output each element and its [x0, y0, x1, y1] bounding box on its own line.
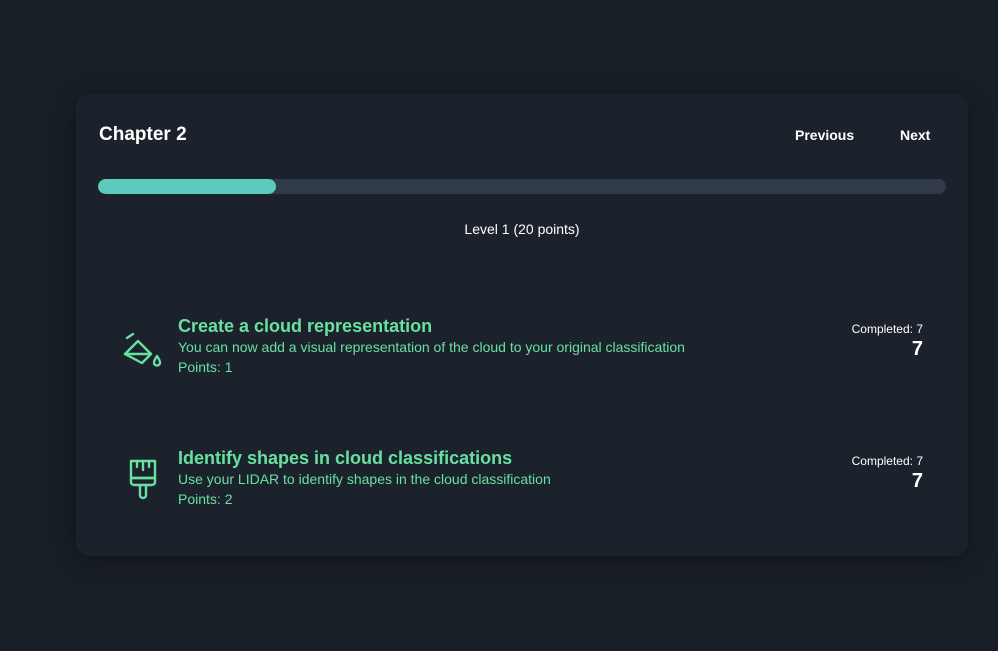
task-title: Create a cloud representation: [178, 316, 433, 336]
task-count: 7: [911, 338, 923, 360]
task-points: Points: 2: [178, 491, 233, 507]
task-count: 7: [911, 470, 923, 492]
task-item[interactable]: Identify shapes in cloud classifications…: [121, 447, 923, 517]
task-item[interactable]: Create a cloud representation You can no…: [121, 315, 923, 385]
chapter-title: Chapter 2: [99, 124, 187, 145]
task-completed-label: Completed: 7: [851, 322, 923, 336]
previous-button[interactable]: Previous: [795, 127, 854, 143]
task-description: Use your LIDAR to identify shapes in the…: [178, 471, 551, 487]
task-title: Identify shapes in cloud classifications: [178, 448, 513, 468]
task-completed-label: Completed: 7: [851, 454, 923, 468]
paintbrush-icon: [121, 457, 165, 501]
level-label: Level 1 (20 points): [464, 221, 580, 237]
chapter-progress-bar: [98, 179, 946, 194]
progress-bar-fill: [98, 179, 277, 194]
paint-bucket-icon: [121, 325, 165, 369]
task-points: Points: 1: [178, 359, 233, 375]
next-button[interactable]: Next: [900, 127, 930, 143]
chapter-modal: Chapter 2 Previous Next Level 1 (20 poin…: [76, 94, 968, 556]
task-description: You can now add a visual representation …: [178, 339, 685, 355]
